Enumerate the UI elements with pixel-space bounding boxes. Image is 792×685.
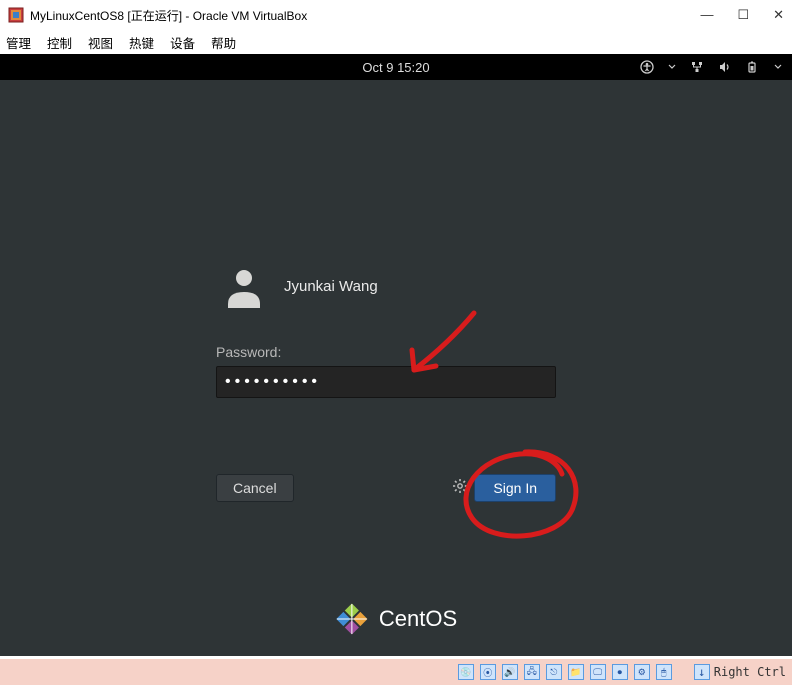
- status-usb-icon[interactable]: ⎋: [546, 664, 562, 680]
- accessibility-icon[interactable]: [640, 60, 654, 74]
- window-title: MyLinuxCentOS8 [正在运行] - Oracle VM Virtua…: [30, 7, 307, 24]
- status-audio-icon[interactable]: 🔊: [502, 664, 518, 680]
- battery-icon[interactable]: [746, 60, 760, 74]
- login-username: Jyunkai Wang: [284, 278, 378, 295]
- status-hdd-icon[interactable]: 💿: [458, 664, 474, 680]
- vm-screen: Oct 9 15:20: [0, 54, 792, 656]
- user-avatar-icon: [222, 264, 266, 308]
- window-close-button[interactable]: ✕: [773, 7, 784, 23]
- menu-view[interactable]: 视图: [88, 33, 113, 52]
- menu-control[interactable]: 控制: [47, 33, 72, 52]
- window-titlebar: MyLinuxCentOS8 [正在运行] - Oracle VM Virtua…: [0, 0, 792, 30]
- menu-help[interactable]: 帮助: [211, 33, 236, 52]
- password-label: Password:: [216, 344, 576, 360]
- login-panel: Jyunkai Wang Password: Cancel Sign In: [216, 264, 576, 502]
- status-shared-icon[interactable]: 📁: [568, 664, 584, 680]
- centos-logo: CentOS: [335, 602, 457, 636]
- password-input[interactable]: [216, 366, 556, 398]
- topbar-datetime[interactable]: Oct 9 15:20: [362, 60, 429, 75]
- host-key-arrow-icon: ↓: [694, 664, 710, 680]
- host-key-label: Right Ctrl: [714, 665, 786, 679]
- window-maximize-button[interactable]: ☐: [737, 7, 749, 23]
- gnome-topbar: Oct 9 15:20: [0, 54, 792, 80]
- status-mouse-icon[interactable]: 🖱: [656, 664, 672, 680]
- network-icon[interactable]: [690, 60, 704, 74]
- vbox-statusbar: 💿 ⦿ 🔊 🖧 ⎋ 📁 🖵 ⏺ ⚙ 🖱 ↓ Right Ctrl: [0, 659, 792, 685]
- host-key-indicator[interactable]: ↓ Right Ctrl: [694, 664, 786, 680]
- chevron-down-icon[interactable]: [668, 63, 676, 71]
- status-recording-icon[interactable]: ⏺: [612, 664, 628, 680]
- centos-text: CentOS: [379, 606, 457, 632]
- menu-hotkeys[interactable]: 热键: [129, 33, 154, 52]
- status-display-icon[interactable]: 🖵: [590, 664, 606, 680]
- menu-devices[interactable]: 设备: [170, 33, 195, 52]
- signin-button[interactable]: Sign In: [474, 474, 556, 502]
- cancel-button[interactable]: Cancel: [216, 474, 294, 502]
- window-minimize-button[interactable]: —: [700, 7, 713, 23]
- status-optical-icon[interactable]: ⦿: [480, 664, 496, 680]
- centos-mark-icon: [335, 602, 369, 636]
- gear-icon[interactable]: [452, 478, 468, 499]
- virtualbox-icon: [8, 7, 24, 23]
- status-cpu-icon[interactable]: ⚙: [634, 664, 650, 680]
- menu-bar: 管理 控制 视图 热键 设备 帮助: [0, 30, 792, 54]
- chevron-down-icon-2[interactable]: [774, 63, 782, 71]
- menu-manage[interactable]: 管理: [6, 33, 31, 52]
- status-network-icon[interactable]: 🖧: [524, 664, 540, 680]
- volume-icon[interactable]: [718, 60, 732, 74]
